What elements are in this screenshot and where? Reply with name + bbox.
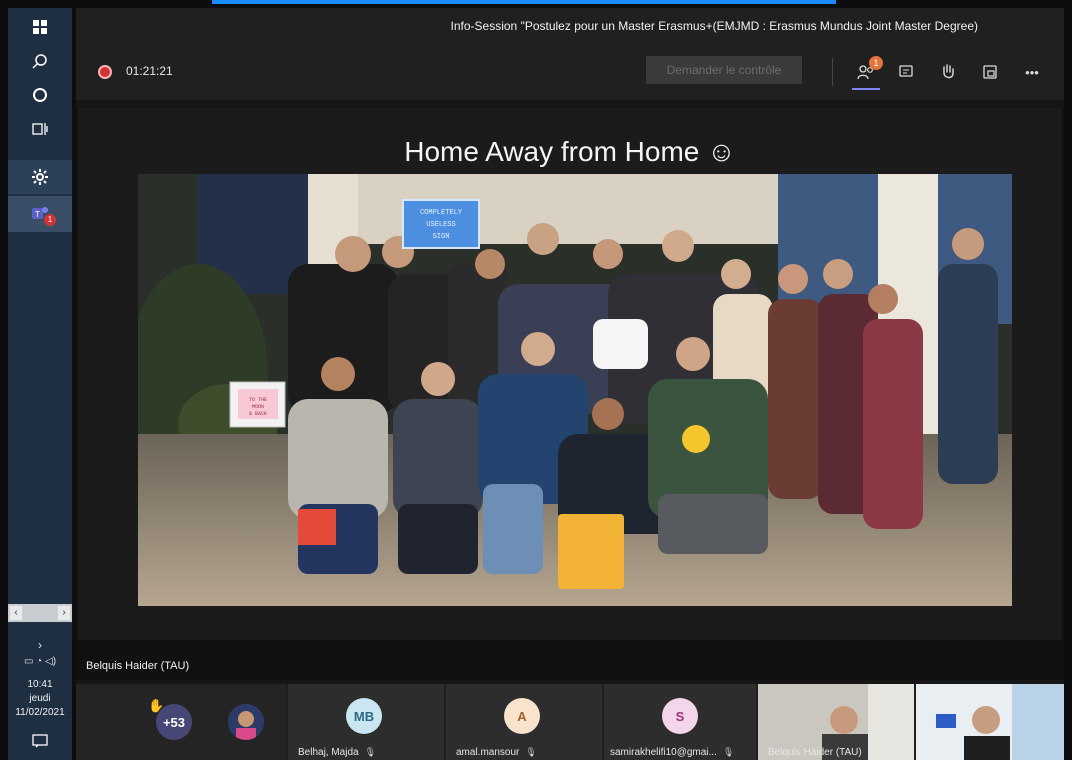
shared-slide: Home Away from Home ☺ COMPLETELY USELESS…	[78, 108, 1062, 640]
participant-name: Belhaj, Majda 🎙	[298, 747, 377, 758]
tray-icons[interactable]: ▭ ◔ ◁)	[8, 656, 72, 667]
svg-text:& BACK: & BACK	[249, 411, 267, 417]
participant-avatar: MB	[346, 698, 382, 734]
raised-hand-icon: ✋	[148, 698, 165, 713]
participant-avatar: A	[504, 698, 540, 734]
self-video-feed	[916, 684, 1064, 760]
teams-meeting-window: T 1 ‹ › › ▭ ◔ ◁) 10:41 jeudi 11/02/2021 …	[0, 0, 1072, 760]
search-icon[interactable]	[8, 44, 72, 78]
clock-time: 10:41	[27, 679, 53, 690]
svg-text:SIGN: SIGN	[433, 233, 450, 241]
svg-text:TO THE: TO THE	[249, 397, 267, 403]
left-taskbar: T 1 ‹ › › ▭ ◔ ◁) 10:41 jeudi 11/02/2021	[8, 8, 72, 760]
notification-center-icon[interactable]	[8, 724, 72, 758]
teams-notification-badge: 1	[44, 214, 56, 226]
raise-hand-icon[interactable]	[936, 60, 960, 84]
participant-name: Belquis Haider (TAU)	[768, 747, 862, 758]
taskbar-clock[interactable]: 10:41 jeudi 11/02/2021	[8, 678, 72, 720]
chevron-right-icon[interactable]: ›	[8, 638, 72, 652]
participant-avatar: S	[662, 698, 698, 734]
group-photo: COMPLETELY USELESS SIGN TO THE MOON & BA…	[138, 174, 1012, 606]
shared-content-stage: Home Away from Home ☺ COMPLETELY USELESS…	[76, 108, 1064, 680]
meeting-controls-bar: 01:21:21 Demander le contrôle 1 •••	[76, 44, 1064, 100]
window-title: Info-Session "Postulez pour un Master Er…	[450, 19, 978, 33]
chat-icon[interactable]	[894, 60, 918, 84]
svg-text:USELESS: USELESS	[426, 221, 455, 229]
meeting-main-area: Info-Session "Postulez pour un Master Er…	[76, 8, 1064, 760]
cortana-icon[interactable]	[8, 78, 72, 112]
participants-count-badge: 1	[869, 56, 883, 70]
participant-photo-avatar[interactable]	[228, 704, 264, 740]
window-titlebar: Info-Session "Postulez pour un Master Er…	[76, 8, 1064, 44]
active-tab-underline	[852, 88, 880, 90]
group-photo-illustration: COMPLETELY USELESS SIGN TO THE MOON & BA…	[138, 174, 1012, 606]
toolbar-separator	[832, 58, 833, 86]
clock-day: jeudi	[29, 693, 51, 704]
recording-timer: 01:21:21	[126, 64, 173, 78]
participant-tile[interactable]: S samirakhelifi10@gmai... 🎙	[604, 684, 756, 760]
horizontal-scrollbar[interactable]: ‹ ›	[8, 604, 72, 622]
participant-tile[interactable]: MB Belhaj, Majda 🎙	[288, 684, 444, 760]
participant-tile[interactable]: A amal.mansour 🎙	[446, 684, 602, 760]
participant-name: amal.mansour 🎙	[456, 747, 537, 758]
participant-name: samirakhelifi10@gmai... 🎙	[610, 747, 735, 758]
mic-off-icon: 🎙	[722, 747, 735, 757]
windows-start-icon[interactable]	[8, 10, 72, 44]
participant-overflow-tile[interactable]: +53 ✋	[76, 684, 286, 760]
svg-text:MOON: MOON	[252, 404, 264, 410]
task-view-icon[interactable]	[8, 112, 72, 146]
svg-text:T: T	[35, 210, 40, 219]
mic-off-icon: 🎙	[364, 747, 377, 757]
request-control-button[interactable]: Demander le contrôle	[646, 56, 802, 84]
useless-sign-text: COMPLETELY	[420, 209, 463, 217]
teams-app-icon[interactable]: T 1	[8, 196, 72, 232]
more-options-icon[interactable]: •••	[1020, 60, 1044, 84]
scroll-right-icon[interactable]: ›	[58, 606, 70, 620]
top-accent-strip	[212, 0, 836, 4]
participant-video-tile[interactable]: Belquis Haider (TAU)	[758, 684, 914, 760]
slide-title: Home Away from Home ☺	[404, 136, 736, 167]
participants-strip: +53 ✋ MB Belhaj, Majda 🎙 A amal.mansour 🎙 …	[76, 684, 1064, 760]
mic-off-icon: 🎙	[525, 747, 537, 757]
settings-gear-icon[interactable]	[8, 160, 72, 194]
self-video-tile[interactable]	[916, 684, 1064, 760]
scroll-left-icon[interactable]: ‹	[10, 606, 22, 620]
clock-date: 11/02/2021	[15, 707, 65, 718]
recording-indicator-icon	[98, 65, 112, 79]
presenter-name-label: Belquis Haider (TAU)	[86, 660, 190, 672]
system-tray: › ▭ ◔ ◁)	[8, 638, 72, 667]
view-layout-icon[interactable]	[978, 60, 1002, 84]
